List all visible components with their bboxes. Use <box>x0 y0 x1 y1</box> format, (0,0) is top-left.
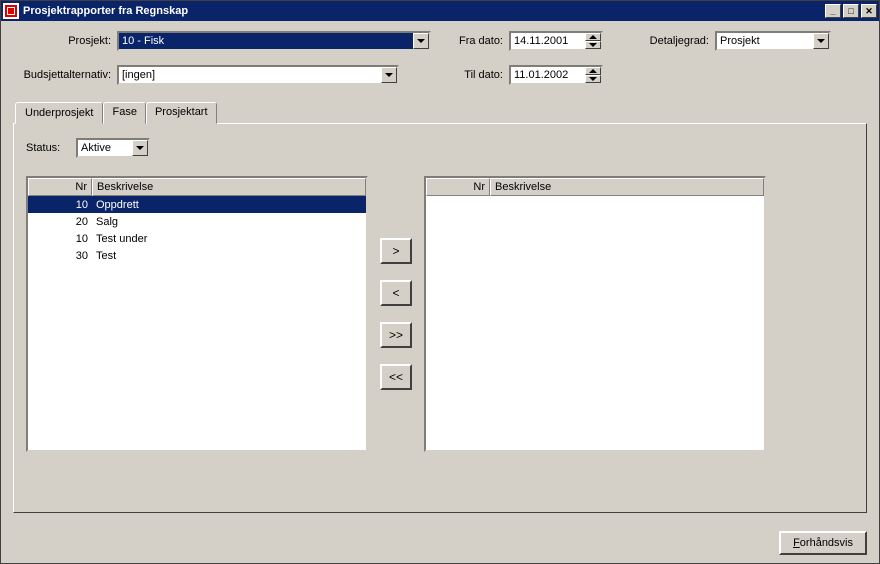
cell-nr: 10 <box>28 199 92 211</box>
chevron-down-icon[interactable] <box>813 33 829 49</box>
prosjekt-combo[interactable]: 10 - Fisk <box>117 31 431 51</box>
col-nr[interactable]: Nr <box>426 178 490 196</box>
right-list[interactable]: Nr Beskrivelse <box>424 176 766 452</box>
budsjett-combo[interactable]: [ingen] <box>117 65 399 85</box>
close-button[interactable]: ✕ <box>861 4 877 18</box>
window-title: Prosjektrapporter fra Regnskap <box>23 5 825 17</box>
label-tildato: Til dato: <box>455 69 503 81</box>
cell-beskrivelse: Test under <box>92 233 366 245</box>
list-item[interactable]: 10Oppdrett <box>28 196 366 213</box>
tildato-spinner <box>585 67 601 83</box>
cell-beskrivelse: Oppdrett <box>92 199 366 211</box>
move-all-left-button[interactable]: << <box>380 364 412 390</box>
cell-beskrivelse: Salg <box>92 216 366 228</box>
label-status: Status: <box>26 142 70 154</box>
dual-list: Nr Beskrivelse 10Oppdrett20Salg10Test un… <box>26 176 854 452</box>
col-beskrivelse[interactable]: Beskrivelse <box>490 178 764 196</box>
footer: Forhåndsvis <box>13 521 867 555</box>
right-list-body[interactable] <box>426 196 764 450</box>
cell-beskrivelse: Test <box>92 250 366 262</box>
cell-nr: 10 <box>28 233 92 245</box>
tab-prosjektart[interactable]: Prosjektart <box>146 102 217 124</box>
chevron-down-icon[interactable] <box>413 33 429 49</box>
tab-strip: Underprosjekt Fase Prosjektart <box>13 101 867 123</box>
chevron-down-icon[interactable] <box>381 67 397 83</box>
maximize-button[interactable]: □ <box>843 4 859 18</box>
list-item[interactable]: 20Salg <box>28 213 366 230</box>
move-all-right-button[interactable]: >> <box>380 322 412 348</box>
tab-underprosjekt[interactable]: Underprosjekt <box>15 102 103 124</box>
fradato-spinner <box>585 33 601 49</box>
transfer-buttons: > < >> << <box>380 238 412 390</box>
move-right-button[interactable]: > <box>380 238 412 264</box>
minimize-button[interactable]: _ <box>825 4 841 18</box>
titlebar-buttons: _ □ ✕ <box>825 4 877 18</box>
row-1: Prosjekt: 10 - Fisk Fra dato: 14.11.2001… <box>13 31 867 51</box>
spin-up-icon[interactable] <box>585 33 601 41</box>
content-area: Prosjekt: 10 - Fisk Fra dato: 14.11.2001… <box>1 21 879 563</box>
maximize-icon: □ <box>848 6 853 16</box>
tab-body: Status: Aktive Nr Beskrivelse 10Oppdrett… <box>13 123 867 513</box>
detaljegrad-combo[interactable]: Prosjekt <box>715 31 831 51</box>
right-list-header: Nr Beskrivelse <box>426 178 764 196</box>
spin-down-icon[interactable] <box>585 75 601 83</box>
left-list-header: Nr Beskrivelse <box>28 178 366 196</box>
fradato-field[interactable]: 14.11.2001 <box>509 31 603 51</box>
chevron-down-icon[interactable] <box>132 140 148 156</box>
left-list-body[interactable]: 10Oppdrett20Salg10Test under30Test <box>28 196 366 450</box>
preview-button[interactable]: Forhåndsvis <box>779 531 867 555</box>
minimize-icon: _ <box>830 6 835 16</box>
detaljegrad-value: Prosjekt <box>717 33 813 49</box>
spin-up-icon[interactable] <box>585 67 601 75</box>
tabs-panel: Underprosjekt Fase Prosjektart Status: A… <box>13 101 867 521</box>
top-form: Prosjekt: 10 - Fisk Fra dato: 14.11.2001… <box>13 31 867 85</box>
tab-fase[interactable]: Fase <box>103 102 145 124</box>
preview-rest: orhåndsvis <box>800 537 853 549</box>
app-window: Prosjektrapporter fra Regnskap _ □ ✕ Pro… <box>0 0 880 564</box>
titlebar: Prosjektrapporter fra Regnskap _ □ ✕ <box>1 1 879 21</box>
list-item[interactable]: 10Test under <box>28 230 366 247</box>
status-row: Status: Aktive <box>26 138 854 158</box>
tildato-value: 11.01.2002 <box>511 67 585 83</box>
row-2: Budsjettalternativ: [ingen] Til dato: 11… <box>13 65 867 85</box>
spin-down-icon[interactable] <box>585 41 601 49</box>
budsjett-value: [ingen] <box>119 67 381 83</box>
app-icon <box>3 3 19 19</box>
close-icon: ✕ <box>865 6 873 17</box>
status-combo[interactable]: Aktive <box>76 138 150 158</box>
label-detaljegrad: Detaljegrad: <box>647 35 709 47</box>
move-left-button[interactable]: < <box>380 280 412 306</box>
label-prosjekt: Prosjekt: <box>13 35 111 47</box>
cell-nr: 30 <box>28 250 92 262</box>
fradato-value: 14.11.2001 <box>511 33 585 49</box>
list-item[interactable]: 30Test <box>28 247 366 264</box>
label-fradato: Fra dato: <box>455 35 503 47</box>
col-beskrivelse[interactable]: Beskrivelse <box>92 178 366 196</box>
status-value: Aktive <box>78 140 132 156</box>
label-budsjett: Budsjettalternativ: <box>13 69 111 81</box>
preview-mnemonic: F <box>793 537 800 549</box>
tildato-field[interactable]: 11.01.2002 <box>509 65 603 85</box>
left-list[interactable]: Nr Beskrivelse 10Oppdrett20Salg10Test un… <box>26 176 368 452</box>
col-nr[interactable]: Nr <box>28 178 92 196</box>
prosjekt-value: 10 - Fisk <box>119 33 413 49</box>
cell-nr: 20 <box>28 216 92 228</box>
